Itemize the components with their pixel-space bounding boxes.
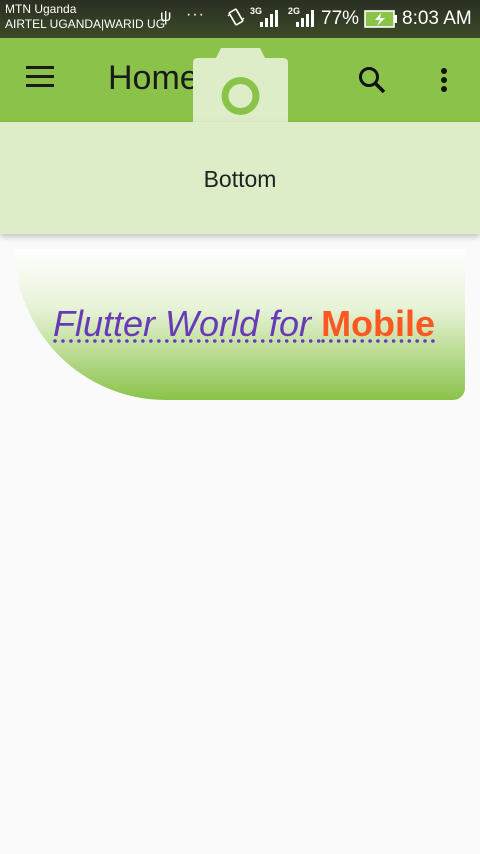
more-vert-icon[interactable] [432, 64, 456, 96]
gradient-card: Flutter World for Mobile [15, 249, 465, 400]
signal-strength-icon-2 [296, 10, 314, 27]
card-rich-text: Flutter World for Mobile [53, 303, 435, 345]
app-bar-bottom: Bottom [0, 122, 480, 234]
card-text-part1: Flutter World for [53, 303, 322, 344]
status-bar: MTN Uganda AIRTEL UGANDA|WARID UG ψ ··· … [0, 0, 480, 38]
vibrate-icon [227, 8, 245, 26]
menu-icon[interactable] [26, 66, 58, 94]
page-title: Home [108, 59, 199, 97]
app-bar: Home [0, 38, 480, 124]
clock: 8:03 AM [402, 8, 472, 29]
usb-icon: ψ [160, 8, 172, 25]
overflow-notification-icon: ··· [186, 6, 205, 23]
carrier-name-primary: MTN Uganda [5, 2, 77, 16]
camera-icon[interactable] [193, 48, 288, 124]
bottom-label: Bottom [203, 166, 277, 192]
search-icon[interactable] [356, 64, 388, 96]
carrier-name-secondary: AIRTEL UGANDA|WARID UG [5, 17, 166, 31]
battery-charging-icon [364, 10, 397, 28]
card-text-part2: Mobile [321, 303, 436, 344]
battery-percent: 77% [321, 8, 360, 29]
signal-strength-icon-1 [260, 10, 278, 27]
